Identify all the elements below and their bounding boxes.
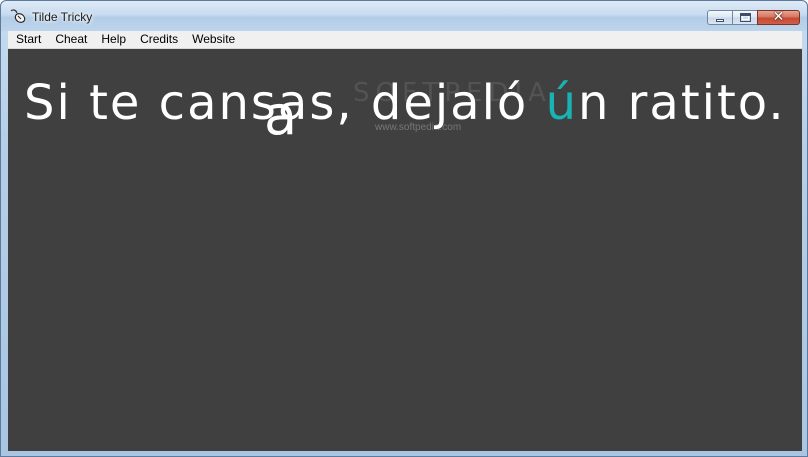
menu-help[interactable]: Help	[94, 31, 133, 48]
sentence-text-after: n ratito.	[577, 75, 786, 131]
menu-credits[interactable]: Credits	[133, 31, 185, 48]
menu-start[interactable]: Start	[8, 31, 48, 48]
game-canvas[interactable]: SOFTPEDIA www.softpedia.com Si te cansas…	[8, 49, 802, 451]
window-title: Tilde Tricky	[32, 10, 93, 24]
close-icon: ✕	[772, 9, 785, 25]
maximize-button[interactable]	[732, 10, 758, 25]
title-bar[interactable]: Tilde Tricky ✕	[1, 1, 807, 31]
menu-bar: Start Cheat Help Credits Website	[8, 31, 802, 49]
game-sentence: Si te cansas, dejaló ún ratito.	[24, 75, 786, 131]
menu-cheat[interactable]: Cheat	[48, 31, 94, 48]
accented-letter: ú	[545, 75, 578, 131]
minimize-button[interactable]	[707, 10, 733, 25]
menu-website[interactable]: Website	[185, 31, 242, 48]
close-button[interactable]: ✕	[757, 9, 800, 25]
minimize-icon	[716, 19, 724, 22]
mouse-icon	[9, 8, 27, 24]
falling-letter: a	[264, 84, 298, 147]
maximize-icon	[740, 13, 751, 22]
app-window: Tilde Tricky ✕ Start Cheat Help Credits …	[0, 0, 808, 457]
caption-buttons: ✕	[707, 9, 800, 27]
